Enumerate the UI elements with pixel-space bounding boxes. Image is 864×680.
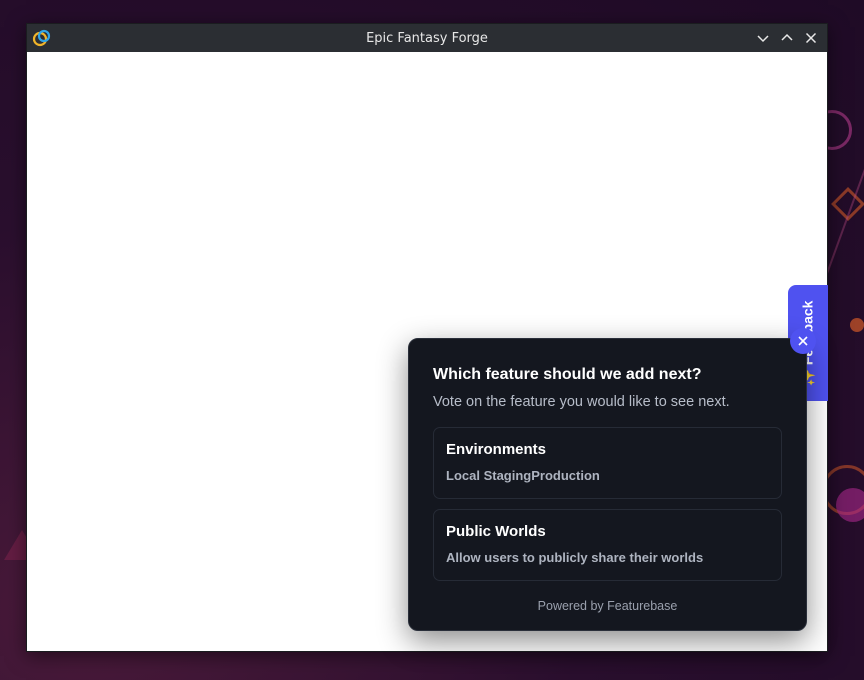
chevron-up-icon xyxy=(781,33,793,41)
minimize-button[interactable] xyxy=(753,28,773,48)
close-icon xyxy=(798,336,808,346)
powered-by-link[interactable]: Powered by Featurebase xyxy=(409,599,806,613)
popup-title: Which feature should we add next? xyxy=(433,366,702,383)
app-logo-icon xyxy=(32,28,52,48)
maximize-button[interactable] xyxy=(777,28,797,48)
decorative-dot xyxy=(850,318,864,332)
window-title: Epic Fantasy Forge xyxy=(366,30,488,46)
app-window: Epic Fantasy Forge ✨ Feedback xyxy=(26,23,828,652)
feature-vote-popup: Which feature should we add next? Vote o… xyxy=(408,338,807,631)
feature-title: Environments xyxy=(446,441,547,458)
close-icon xyxy=(805,32,817,44)
window-controls xyxy=(753,28,821,48)
decorative-dot xyxy=(836,488,864,522)
chevron-down-icon xyxy=(757,35,769,43)
feature-title: Public Worlds xyxy=(446,523,546,540)
feature-card-public-worlds[interactable]: Public Worlds Allow users to publicly sh… xyxy=(433,509,782,581)
popup-subtitle: Vote on the feature you would like to se… xyxy=(433,394,730,410)
feature-card-environments[interactable]: Environments Local StagingProduction xyxy=(433,427,782,499)
title-bar[interactable]: Epic Fantasy Forge xyxy=(27,24,827,52)
close-window-button[interactable] xyxy=(801,28,821,48)
popup-close-button[interactable] xyxy=(790,328,816,354)
feature-description: Allow users to publicly share their worl… xyxy=(446,550,704,565)
feature-description: Local StagingProduction xyxy=(446,468,600,483)
